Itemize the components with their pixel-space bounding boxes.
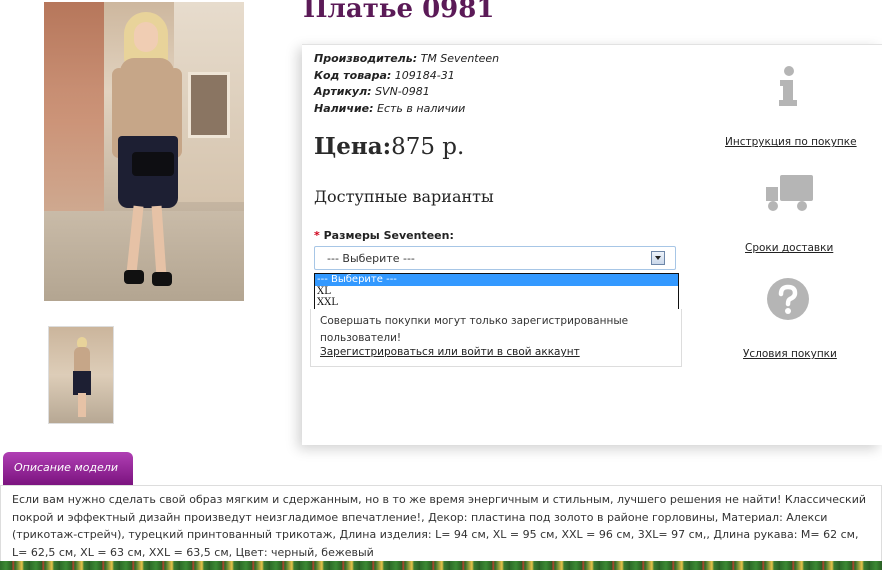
size-label: * Размеры Seventeen: (314, 229, 454, 242)
info-icon[interactable] (776, 65, 800, 107)
size-select-value: --- Выберите --- (327, 252, 415, 265)
product-info: Производитель: ТМ Seventeen Код товара: … (314, 51, 499, 117)
product-price: Цена:875 р. (314, 133, 464, 160)
availability-row: Наличие: Есть в наличии (314, 101, 499, 118)
product-title: Платье 0981 (303, 0, 495, 24)
variants-title: Доступные варианты (314, 187, 494, 206)
product-code-row: Код товара: 109184-31 (314, 68, 499, 85)
login-notice: Совершать покупки могут только зарегистр… (310, 309, 682, 367)
article-row: Артикул: SVN-0981 (314, 84, 499, 101)
size-label-text: Размеры Seventeen: (323, 229, 454, 242)
login-link[interactable]: Зарегистрироваться или войти в свой акка… (320, 346, 580, 358)
purchase-instructions-link[interactable]: Инструкция по покупке (725, 136, 857, 148)
login-notice-text: Совершать покупки могут только зарегистр… (320, 315, 629, 344)
size-dropdown-list[interactable]: --- Выберите --- XL XXL (314, 273, 679, 310)
size-option-xxl[interactable]: XXL (315, 297, 678, 309)
chevron-down-icon[interactable] (651, 251, 665, 265)
manufacturer-label: Производитель: (314, 52, 418, 65)
delivery-terms-link[interactable]: Сроки доставки (745, 242, 833, 254)
product-panel: Производитель: ТМ Seventeen Код товара: … (302, 44, 882, 445)
decorative-garland (0, 561, 882, 570)
size-option-placeholder[interactable]: --- Выберите --- (315, 274, 678, 286)
manufacturer-value: ТМ Seventeen (420, 52, 500, 65)
description-text: Если вам нужно сделать свой образ мягким… (12, 493, 866, 559)
required-mark: * (314, 229, 320, 242)
price-label: Цена: (314, 133, 392, 160)
size-select[interactable]: --- Выберите --- (314, 246, 676, 270)
article-value: SVN-0981 (375, 85, 430, 98)
availability-label: Наличие: (314, 101, 374, 115)
article-label: Артикул: (314, 85, 372, 98)
price-value: 875 р. (391, 134, 465, 160)
question-icon[interactable] (766, 277, 810, 321)
manufacturer-row: Производитель: ТМ Seventeen (314, 51, 499, 68)
purchase-conditions-link[interactable]: Условия покупки (743, 348, 837, 360)
size-option-xl[interactable]: XL (315, 286, 678, 298)
product-code-label: Код товара: (314, 68, 392, 82)
delivery-truck-icon[interactable] (764, 173, 814, 213)
product-main-image[interactable] (44, 2, 244, 301)
tab-description[interactable]: Описание модели (3, 452, 133, 485)
product-thumbnail[interactable] (48, 326, 114, 424)
availability-value: Есть в наличии (377, 101, 466, 115)
product-code-value: 109184-31 (394, 68, 455, 82)
